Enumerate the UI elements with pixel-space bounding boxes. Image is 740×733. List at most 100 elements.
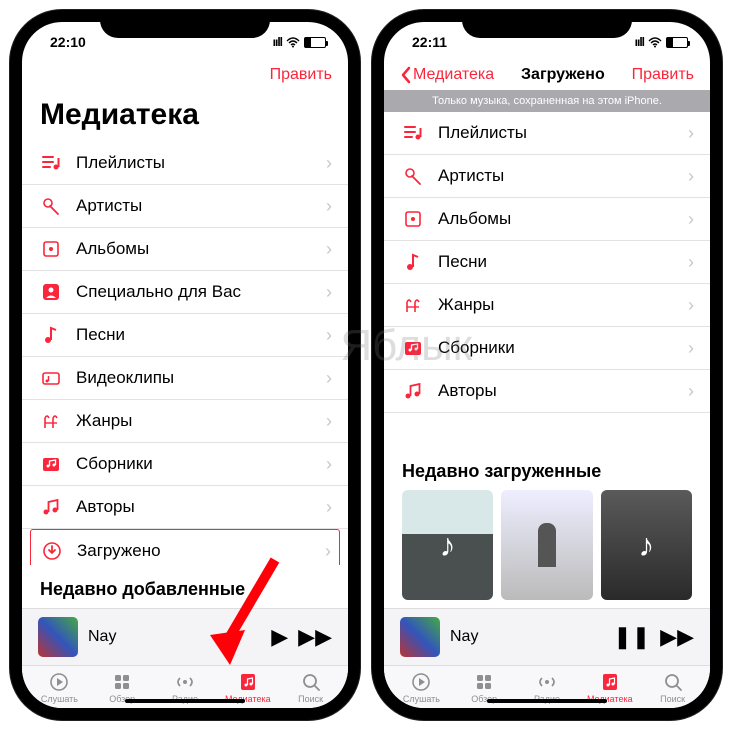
chevron-right-icon: › <box>326 411 332 432</box>
battery-icon <box>304 37 326 48</box>
tab-icon <box>112 672 132 692</box>
recent-thumbnails: ♪ ♪ <box>384 490 710 608</box>
tab-label: Слушать <box>41 694 78 704</box>
edit-button[interactable]: Править <box>270 66 332 84</box>
signal-icon: ııll <box>635 35 644 49</box>
back-button[interactable]: Медиатека <box>400 66 494 84</box>
back-label: Медиатека <box>413 66 494 84</box>
recently-downloaded-header: Недавно загруженные <box>384 447 710 490</box>
chevron-right-icon: › <box>326 153 332 174</box>
tab-icon <box>411 672 431 692</box>
note-icon <box>40 324 62 346</box>
row-label: Авторы <box>76 497 312 517</box>
chevron-right-icon: › <box>688 381 694 402</box>
phone-frame-1: 22:10 ııll Править Медиатека Плейлисты ›… <box>10 10 360 720</box>
chevron-right-icon: › <box>326 454 332 475</box>
library-row-compilation[interactable]: Сборники › <box>384 327 710 370</box>
library-row-album[interactable]: Альбомы › <box>384 198 710 241</box>
chevron-right-icon: › <box>688 209 694 230</box>
forward-icon[interactable]: ▶▶ <box>298 624 332 650</box>
library-row-note[interactable]: Песни › <box>384 241 710 284</box>
tab-icon <box>301 672 321 692</box>
pause-icon[interactable]: ❚❚ <box>613 624 650 650</box>
row-label: Жанры <box>438 295 674 315</box>
row-label: Авторы <box>438 381 674 401</box>
library-row-download[interactable]: Загружено › <box>30 529 340 565</box>
chevron-right-icon: › <box>326 325 332 346</box>
row-label: Альбомы <box>438 209 674 229</box>
album-thumb-3[interactable]: ♪ <box>601 490 692 600</box>
row-label: Видеоклипы <box>76 368 312 388</box>
chevron-left-icon <box>400 66 411 84</box>
wifi-icon <box>648 37 662 48</box>
tab-icon <box>474 672 494 692</box>
notch <box>100 10 270 38</box>
tab-поиск[interactable]: Поиск <box>279 672 342 704</box>
home-indicator <box>487 699 607 703</box>
library-row-genre[interactable]: Жанры › <box>384 284 710 327</box>
phone-frame-2: 22:11 ııll Медиатека Загружено Править Т… <box>372 10 722 720</box>
tab-поиск[interactable]: Поиск <box>641 672 704 704</box>
library-row-foryou[interactable]: Специально для Вас › <box>22 271 348 314</box>
screen-1: 22:10 ııll Править Медиатека Плейлисты ›… <box>22 22 348 708</box>
chevron-right-icon: › <box>325 541 331 562</box>
tab-icon <box>49 672 69 692</box>
library-row-mic[interactable]: Артисты › <box>22 185 348 228</box>
row-label: Плейлисты <box>438 123 674 143</box>
downloaded-list: Плейлисты › Артисты › Альбомы › Песни › … <box>384 112 710 447</box>
tab-слушать[interactable]: Слушать <box>28 672 91 704</box>
genre-icon <box>40 410 62 432</box>
nav-bar: Править <box>22 62 348 90</box>
mic-icon <box>40 195 62 217</box>
album-thumb-2[interactable] <box>501 490 592 600</box>
library-row-album[interactable]: Альбомы › <box>22 228 348 271</box>
tab-слушать[interactable]: Слушать <box>390 672 453 704</box>
tab-label: Слушать <box>403 694 440 704</box>
foryou-icon <box>40 281 62 303</box>
tab-label: Поиск <box>298 694 323 704</box>
tab-icon <box>600 672 620 692</box>
row-label: Песни <box>76 325 312 345</box>
library-row-composer[interactable]: Авторы › <box>22 486 348 529</box>
play-icon[interactable]: ▶ <box>271 624 288 650</box>
album-thumb-1[interactable]: ♪ <box>402 490 493 600</box>
battery-icon <box>666 37 688 48</box>
wifi-icon <box>286 37 300 48</box>
now-playing-bar[interactable]: Nay ❚❚ ▶▶ <box>384 608 710 665</box>
library-row-mic[interactable]: Артисты › <box>384 155 710 198</box>
page-title: Медиатека <box>22 90 348 142</box>
status-time: 22:10 <box>50 34 86 50</box>
download-icon <box>41 540 63 562</box>
library-row-note[interactable]: Песни › <box>22 314 348 357</box>
library-row-playlist[interactable]: Плейлисты › <box>22 142 348 185</box>
row-label: Плейлисты <box>76 153 312 173</box>
library-row-genre[interactable]: Жанры › <box>22 400 348 443</box>
row-label: Жанры <box>76 411 312 431</box>
chevron-right-icon: › <box>326 239 332 260</box>
signal-icon: ııll <box>273 35 282 49</box>
library-row-composer[interactable]: Авторы › <box>384 370 710 413</box>
tab-label: Поиск <box>660 694 685 704</box>
forward-icon[interactable]: ▶▶ <box>660 624 694 650</box>
chevron-right-icon: › <box>688 295 694 316</box>
library-row-playlist[interactable]: Плейлисты › <box>384 112 710 155</box>
playlist-icon <box>40 152 62 174</box>
composer-icon <box>402 380 424 402</box>
note-icon <box>402 251 424 273</box>
library-row-video[interactable]: Видеоклипы › <box>22 357 348 400</box>
compilation-icon <box>40 453 62 475</box>
now-playing-bar[interactable]: Nay ▶ ▶▶ <box>22 608 348 665</box>
row-label: Песни <box>438 252 674 272</box>
library-row-compilation[interactable]: Сборники › <box>22 443 348 486</box>
screen-2: 22:11 ııll Медиатека Загружено Править Т… <box>384 22 710 708</box>
video-icon <box>40 367 62 389</box>
edit-button[interactable]: Править <box>632 66 694 84</box>
mic-icon <box>402 165 424 187</box>
album-icon <box>40 238 62 260</box>
row-label: Артисты <box>76 196 312 216</box>
home-indicator <box>125 699 245 703</box>
chevron-right-icon: › <box>688 123 694 144</box>
album-icon <box>402 208 424 230</box>
now-playing-artwork <box>38 617 78 657</box>
info-banner: Только музыка, сохраненная на этом iPhon… <box>384 90 710 112</box>
